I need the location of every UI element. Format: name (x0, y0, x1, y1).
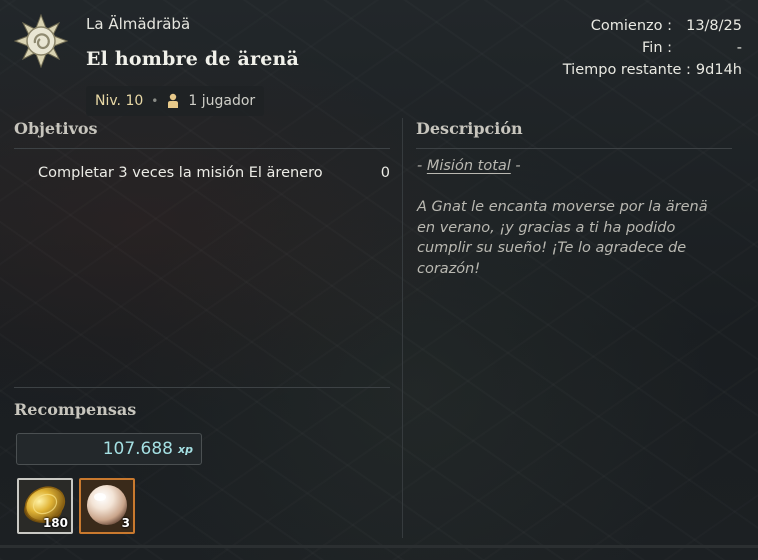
reward-slot-pearl[interactable]: 3 (79, 478, 135, 534)
column-divider (402, 118, 403, 538)
quest-title: El hombre de ärenä (86, 48, 300, 70)
area-name: La Älmädräbä (86, 15, 191, 33)
rewards-divider (14, 387, 390, 388)
quest-sun-icon (13, 13, 69, 69)
start-label: Comienzo : (590, 18, 672, 34)
end-value: - (736, 40, 742, 56)
xp-reward: 107.688 xp (16, 433, 202, 465)
objectives-divider (14, 148, 390, 149)
meta-separator: • (151, 94, 159, 108)
quest-type-suffix: - (510, 158, 521, 174)
quest-meta: Niv. 10 • 1 jugador (86, 86, 265, 116)
quest-type-prefix: - (417, 158, 427, 174)
objectives-title: Objetivos (14, 119, 98, 138)
map-background (0, 0, 758, 560)
bottom-border (0, 545, 758, 548)
description-body: A Gnat le encanta moverse por la ärenä e… (417, 199, 708, 277)
description-title: Descripción (416, 119, 523, 138)
player-icon (166, 93, 180, 109)
remaining-value: 9d14h (695, 62, 742, 78)
quest-type-link[interactable]: Misión total (427, 158, 511, 174)
reward-slot-gold-coins[interactable]: 180 (17, 478, 73, 534)
description-divider (416, 148, 732, 149)
remaining-label: Tiempo restante : (562, 62, 691, 78)
quest-type: - Misión total - (417, 158, 521, 174)
objective-text: Completar 3 veces la misión El ärenero (38, 165, 323, 181)
objective-count: 0 (380, 165, 390, 181)
start-value: 13/8/25 (686, 18, 742, 34)
objective-item: Completar 3 veces la misión El ärenero 0 (38, 165, 390, 181)
players-label: 1 jugador (188, 93, 256, 109)
xp-value: 107.688 (102, 439, 174, 459)
end-label: Fin : (642, 40, 672, 56)
quest-dates: Comienzo : 13/8/25 Fin : - Tiempo restan… (563, 15, 742, 81)
rewards-title: Recompensas (14, 400, 137, 419)
reward-quantity: 180 (42, 516, 68, 530)
xp-label: xp (178, 442, 193, 456)
reward-quantity: 3 (121, 516, 130, 530)
level-label: Niv. 10 (95, 93, 144, 109)
